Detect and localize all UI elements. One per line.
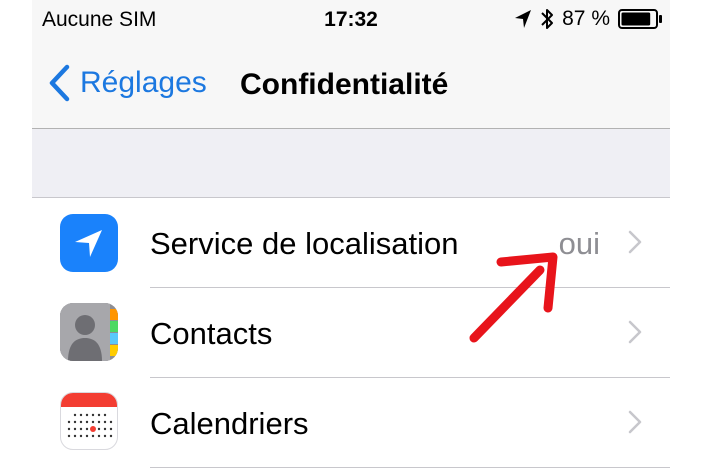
location-status-value: oui	[558, 226, 600, 261]
row-label: Contacts	[150, 316, 273, 351]
page-title: Confidentialité	[240, 68, 449, 101]
chevron-right-icon	[628, 410, 642, 434]
privacy-list: Service de localisation oui Contacts Cal…	[32, 197, 670, 475]
row-location-services[interactable]: Service de localisation oui	[32, 198, 670, 287]
status-right: 87 %	[514, 7, 662, 31]
battery-icon	[618, 9, 662, 29]
battery-percent: 87 %	[562, 7, 610, 30]
location-services-icon	[515, 10, 532, 28]
row-separator	[150, 467, 670, 468]
bluetooth-icon	[541, 9, 554, 29]
row-label: Calendriers	[150, 406, 309, 441]
chevron-right-icon	[628, 230, 642, 254]
row-contacts[interactable]: Contacts	[32, 288, 670, 377]
chevron-left-icon	[49, 64, 70, 102]
contacts-icon	[60, 303, 118, 361]
status-bar: Aucune SIM 17:32 87 %	[32, 0, 670, 40]
calendar-icon	[60, 392, 118, 450]
chevron-right-icon	[628, 320, 642, 344]
row-label: Service de localisation	[150, 226, 459, 261]
back-button[interactable]: Réglages	[48, 64, 207, 102]
navigation-bar: Réglages Confidentialité	[32, 40, 670, 129]
location-arrow-icon	[60, 214, 118, 272]
back-button-label: Réglages	[80, 66, 207, 99]
row-calendars[interactable]: Calendriers	[32, 378, 670, 467]
phone-screen: Aucune SIM 17:32 87 % Réglages Confident…	[32, 0, 670, 475]
